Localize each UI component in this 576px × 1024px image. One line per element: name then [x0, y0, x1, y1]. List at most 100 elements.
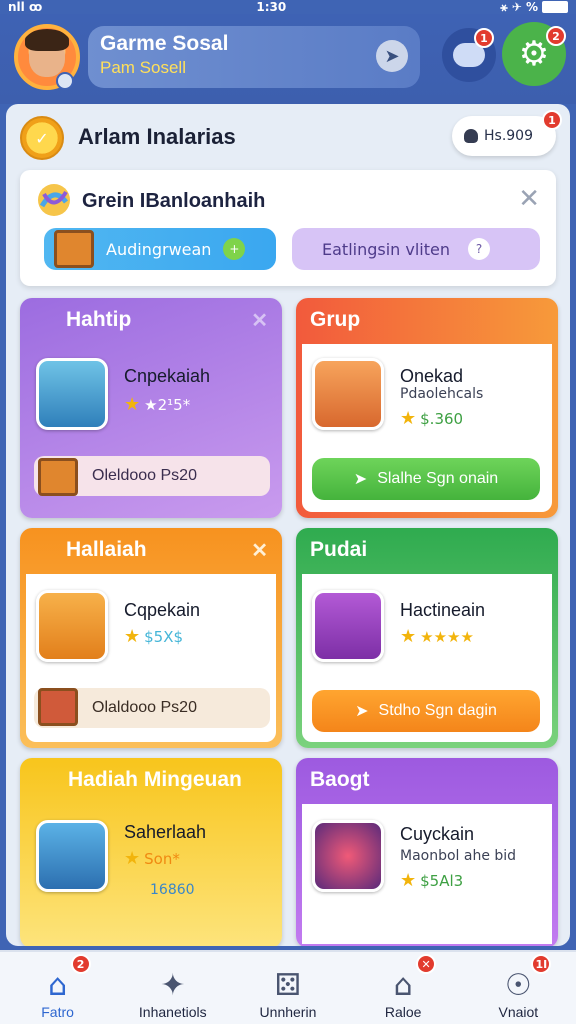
score-value: Hs.909: [484, 128, 533, 144]
close-icon[interactable]: ✕: [518, 184, 540, 214]
card-footer-text: Olaldooo Ps20: [92, 699, 197, 716]
banner-purple-button[interactable]: Eatlingsin vliten ?: [292, 228, 540, 270]
card-player-name: Onekad: [400, 366, 464, 386]
nav-item-vnaiot[interactable]: ☉ Vnaiot 1I: [463, 954, 573, 1020]
card-header: Pudai: [296, 528, 558, 574]
nav-badge: 2: [70, 954, 91, 974]
card-action-button[interactable]: ➤ Slalhe Sgn onain: [312, 458, 540, 500]
compass-icon[interactable]: ➤: [376, 40, 408, 72]
star-icon: ★: [124, 626, 141, 647]
card-baogt[interactable]: Baogt Cuyckain Maonbol ahe bid ★ $5Al3: [296, 758, 558, 946]
nav-badge: ✕: [416, 954, 437, 974]
arrow-icon: ➤: [355, 703, 369, 720]
status-icons-text: ⚹ ✈ %: [500, 0, 538, 14]
help-icon: ?: [468, 238, 490, 260]
app-header: Garme Sosal Pam Sosell ➤ 1 ⚙ 2: [0, 14, 576, 104]
nav-badge: 1I: [531, 954, 552, 974]
card-player-sub: 16860: [150, 882, 195, 898]
nav-item-fatro[interactable]: ⌂ Fatro 2: [3, 954, 113, 1020]
plus-icon: +: [223, 238, 246, 260]
chat-badge: 1: [474, 28, 494, 48]
dice-icon: ⚄: [274, 967, 301, 1003]
card-rating-text: $5Al3: [420, 871, 464, 890]
carrier-info: nll ꝏ: [8, 0, 42, 14]
card-hadiah-mingeuan[interactable]: Hadiah Mingeuan Saherlaah ★ Son* 16860: [20, 758, 282, 946]
chat-button[interactable]: 1: [442, 28, 496, 82]
status-time: 1:30: [256, 0, 287, 14]
card-title: Grup: [310, 308, 361, 331]
nav-label: Raloe: [384, 1004, 422, 1020]
star-icon: ★: [124, 394, 141, 415]
card-rating-text: $.360: [420, 409, 464, 428]
star-icon: ★: [400, 408, 417, 429]
card-rating: ★ $.360: [400, 408, 463, 429]
gear-icon: ⚙: [518, 34, 550, 74]
card-player-name: Cqpekain: [124, 600, 201, 620]
coin-icon[interactable]: ✓: [20, 116, 64, 160]
close-icon[interactable]: ✕: [251, 308, 268, 333]
card-rating: ★ $5Al3: [400, 870, 463, 891]
card-pudai[interactable]: Pudai Hactineain ★ ★★★★ ➤ Stdho Sgn dagi…: [296, 528, 558, 748]
title-pill[interactable]: Garme Sosal Pam Sosell ➤: [88, 26, 420, 88]
battery-icon: [542, 1, 568, 13]
card-title: Baogt: [310, 768, 370, 791]
main-panel: ✓ Arlam Inalarias Hs.909 1 Grein IBanloa…: [6, 104, 570, 946]
card-header: Hahtip ✕: [20, 298, 282, 344]
card-title: Hadiah Mingeuan: [68, 768, 242, 791]
card-header: Grup: [296, 298, 558, 344]
star-icon: ★: [400, 870, 417, 891]
lock-icon: ☉: [504, 967, 532, 1003]
nav-item-unnherin[interactable]: ⚄ Unnherin: [233, 954, 343, 1021]
nav-item-raloe[interactable]: ⌂ Raloe ✕: [348, 954, 458, 1020]
rocket-icon: ✦: [160, 967, 186, 1003]
card-player-name: Hactineain: [400, 600, 486, 620]
nav-label: Inhanetiols: [138, 1004, 207, 1020]
nav-label: Unnherin: [259, 1004, 317, 1020]
bottom-nav: ⌂ Fatro 2 ✦ Inhanetiols ⚄ Unnherin ⌂ Ral…: [0, 950, 576, 1024]
promo-banner: Grein IBanloanhaih ✕ Audingrwean + Eatli…: [20, 170, 556, 286]
card-hallaiah[interactable]: Hallaiah ✕ Cqpekain ★ $5X$ Olaldooo Ps20: [20, 528, 282, 748]
card-grup[interactable]: Grup Onekad Pdaolehcals ★ $.360 ➤ Slalhe…: [296, 298, 558, 518]
card-rating: ★ Son*: [124, 848, 180, 869]
star-icon: ★: [124, 848, 141, 869]
gift-box-icon: [54, 230, 94, 268]
app-subtitle: Pam Sosell: [100, 58, 186, 77]
banner-title: Grein IBanloanhaih: [82, 190, 266, 212]
home-icon: ⌂: [48, 967, 68, 1003]
avatar: [312, 590, 384, 662]
card-player-name: Saherlaah: [124, 822, 207, 842]
card-header: Hadiah Mingeuan: [20, 758, 282, 804]
nav-label: Vnaiot: [498, 1004, 539, 1020]
nav-label: Fatro: [41, 1004, 74, 1020]
close-icon[interactable]: ✕: [251, 538, 268, 563]
card-player-name: Cnpekaiah: [124, 366, 211, 386]
settings-button[interactable]: ⚙ 2: [502, 22, 566, 86]
avatar: [312, 820, 384, 892]
score-pill[interactable]: Hs.909 1: [452, 110, 562, 156]
settings-badge: 2: [546, 26, 566, 46]
person-icon: [464, 129, 478, 143]
card-rating-text: Son*: [144, 849, 180, 868]
star-icon: ★: [400, 626, 417, 647]
user-name: Arlam Inalarias: [78, 124, 236, 149]
card-action-label: Slalhe Sgn onain: [377, 470, 499, 487]
card-action-button[interactable]: ➤ Stdho Sgn dagin: [312, 690, 540, 732]
arrow-icon: ➤: [353, 471, 368, 488]
card-hahtip[interactable]: Hahtip ✕ Cnpekaiah ★ ★2¹5* Oleldooo Ps20: [20, 298, 282, 518]
treasure-chest-icon: [38, 688, 78, 726]
card-rating: ★ $5X$: [124, 626, 183, 647]
status-bar: nll ꝏ 1:30 ⚹ ✈ %: [0, 0, 576, 14]
card-rating-text: $5X$: [144, 627, 184, 646]
card-title: Pudai: [310, 538, 368, 561]
card-header: Baogt: [296, 758, 558, 804]
treasure-chest-icon: [38, 458, 78, 496]
status-icons: ⚹ ✈ %: [500, 0, 568, 15]
score-badge: 1: [542, 110, 562, 130]
card-header: Hallaiah ✕: [20, 528, 282, 574]
nav-item-inhanetiols[interactable]: ✦ Inhanetiols: [118, 954, 228, 1021]
carrier-label: nll ꝏ: [8, 0, 43, 14]
banner-blue-button[interactable]: Audingrwean +: [44, 228, 276, 270]
card-footer-text: Oleldooo Ps20: [92, 467, 197, 484]
banner-logo-icon: [38, 184, 70, 216]
card-rating-text: ★2¹5*: [144, 395, 191, 414]
